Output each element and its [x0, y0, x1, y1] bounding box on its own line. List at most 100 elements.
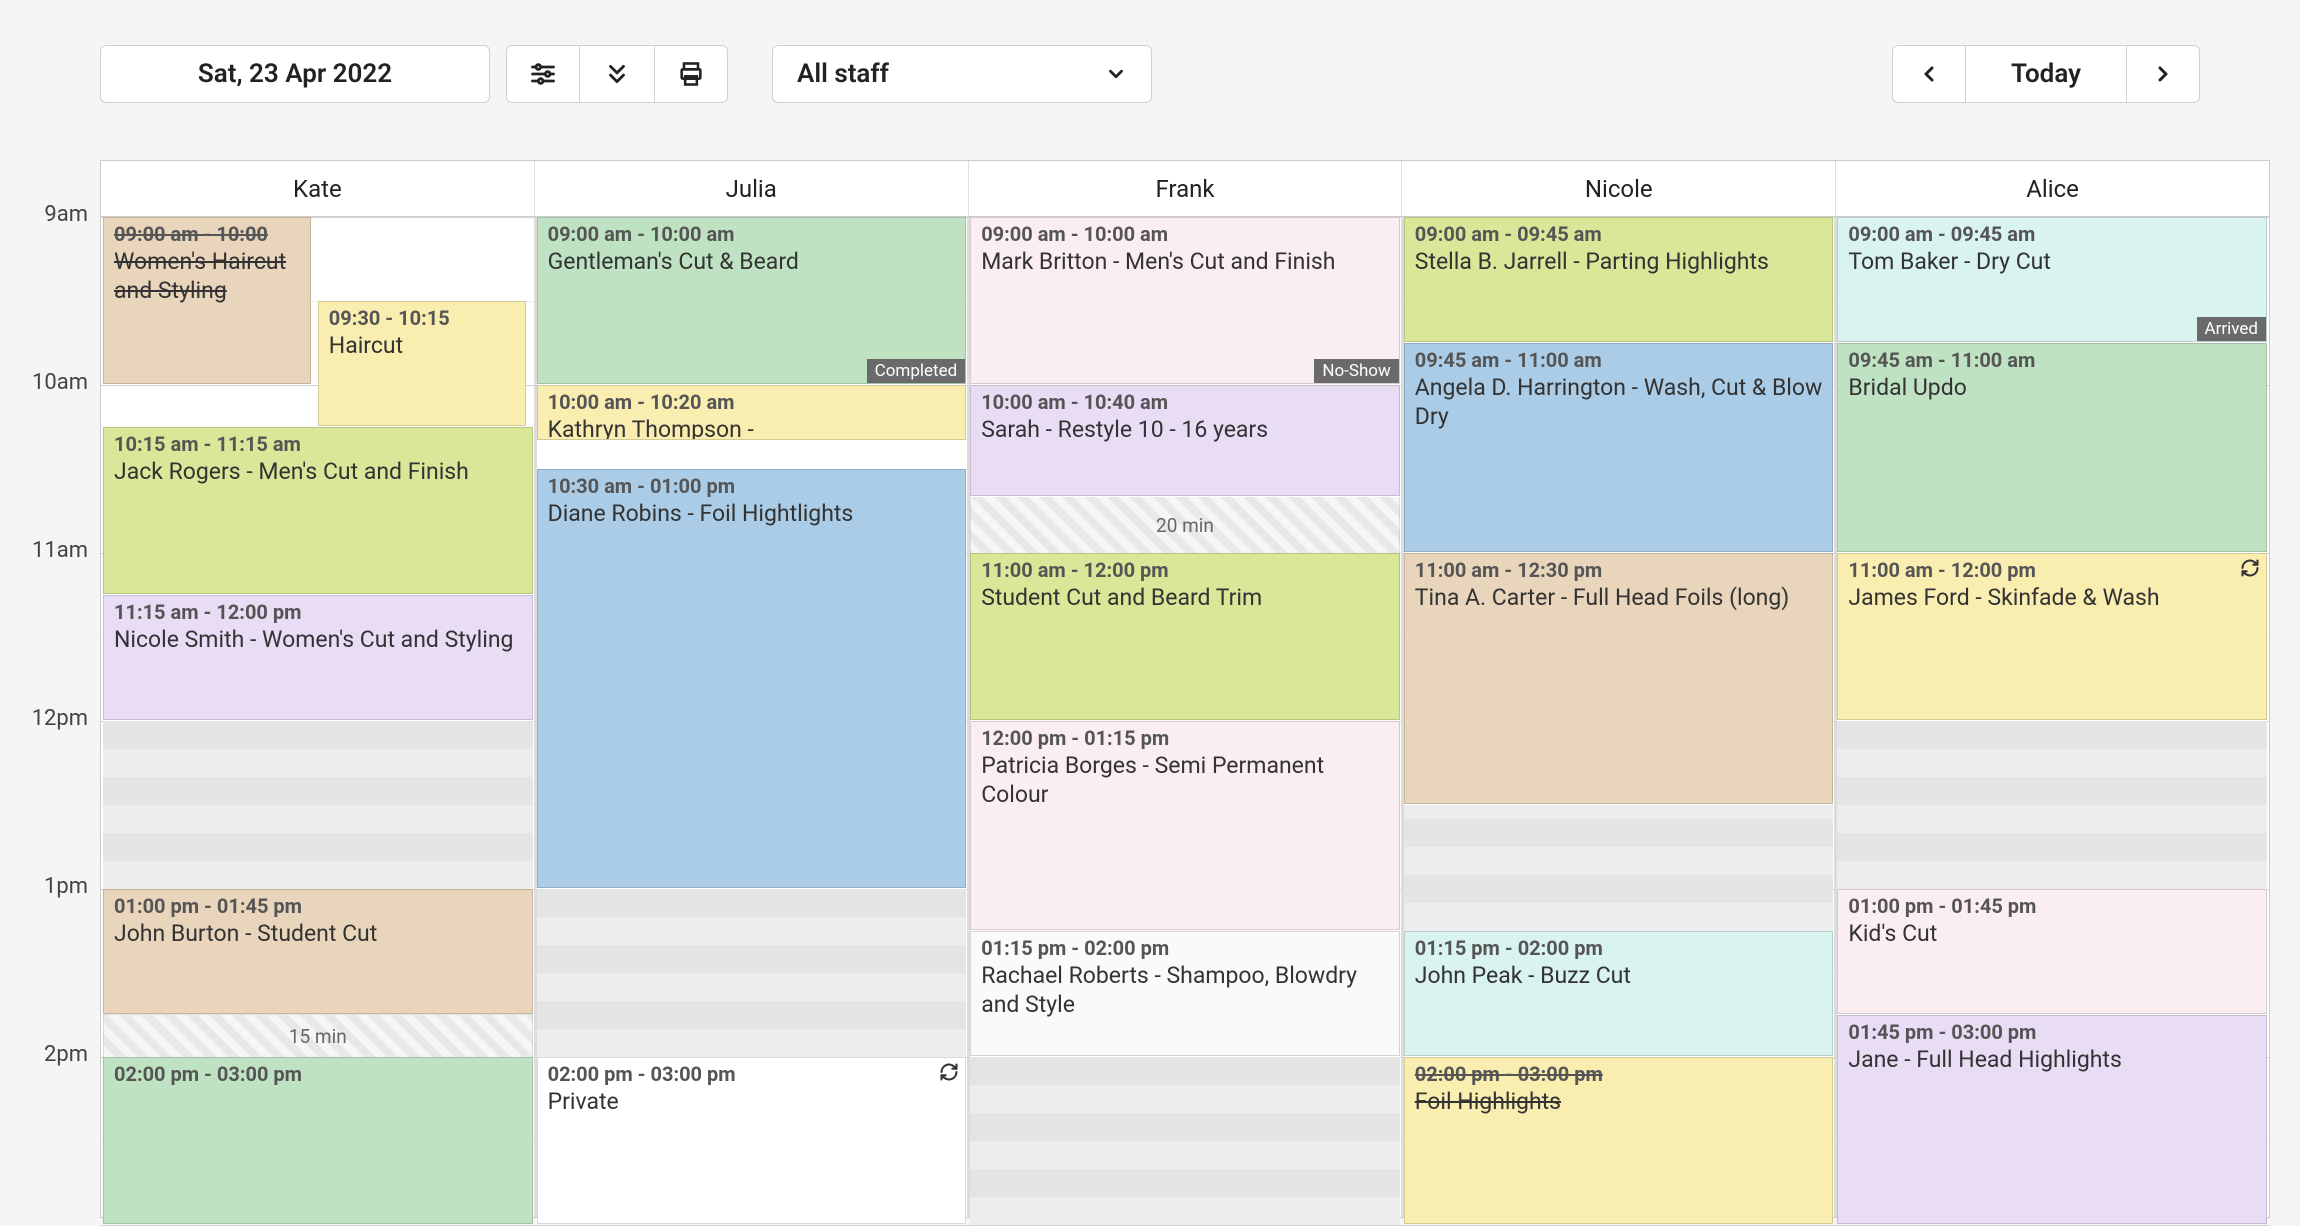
appointment-desc: Bridal Updo [1848, 374, 2256, 403]
appointment-desc: Gentleman's Cut & Beard [548, 248, 956, 277]
appointment[interactable]: 09:45 am - 11:00 amBridal Updo [1837, 343, 2267, 552]
appointment-time: 10:30 am - 01:00 pm [548, 474, 956, 498]
appointment[interactable]: 09:00 am - 10:00Women's Haircut and Styl… [103, 217, 311, 384]
appointment[interactable]: 11:00 am - 12:00 pmJames Ford - Skinfade… [1837, 553, 2267, 720]
staff-header-cell[interactable]: Alice [1836, 161, 2269, 216]
chevron-left-icon [1917, 62, 1941, 86]
staff-header-row: KateJuliaFrankNicoleAlice [101, 161, 2269, 217]
appointment-desc: Nicole Smith - Women's Cut and Styling [114, 626, 522, 655]
appointment-time: 11:00 am - 12:00 pm [1848, 558, 2256, 582]
appointment-desc: Patricia Borges - Semi Permanent Colour [981, 752, 1389, 810]
recurring-icon [2240, 558, 2260, 578]
staff-header-cell[interactable]: Frank [969, 161, 1403, 216]
appointment[interactable]: 10:00 am - 10:40 amSarah - Restyle 10 - … [970, 385, 1400, 496]
staff-filter-select[interactable]: All staff [772, 45, 1152, 103]
appointment-time: 01:15 pm - 02:00 pm [981, 936, 1389, 960]
appointment-desc: Private [548, 1088, 956, 1117]
appointment[interactable]: 01:00 pm - 01:45 pmKid's Cut [1837, 889, 2267, 1014]
appointment-desc: Foil Highlights [1415, 1088, 1823, 1117]
appointment[interactable]: 02:00 pm - 03:00 pmFoil Highlights [1404, 1057, 1834, 1224]
appointment-desc: Diane Robins - Foil Hightlights [548, 500, 956, 529]
appointment[interactable]: 09:30 - 10:15Haircut [318, 301, 526, 426]
date-picker-button[interactable]: Sat, 23 Apr 2022 [100, 45, 490, 103]
appointment[interactable]: 01:15 pm - 02:00 pmJohn Peak - Buzz Cut [1404, 931, 1834, 1056]
recurring-icon [939, 1062, 959, 1082]
appointment[interactable]: 12:00 pm - 01:15 pmPatricia Borges - Sem… [970, 721, 1400, 930]
appointment-time: 09:00 am - 09:45 am [1848, 222, 2256, 246]
today-button[interactable]: Today [1966, 45, 2126, 103]
gap-indicator: 20 min [970, 497, 1400, 553]
time-label: 12pm [32, 706, 88, 731]
gap-indicator: 15 min [103, 1015, 533, 1057]
appointment-desc: James Ford - Skinfade & Wash [1848, 584, 2256, 613]
time-label: 11am [32, 538, 88, 563]
calendar-body[interactable]: 15 min 09:00 am - 10:00Women's Haircut an… [101, 217, 2269, 1217]
appointment-desc: John Peak - Buzz Cut [1415, 962, 1823, 991]
appointment-time: 09:00 am - 10:00 am [981, 222, 1389, 246]
appointment[interactable]: 01:00 pm - 01:45 pmJohn Burton - Student… [103, 889, 533, 1014]
appointment-time: 01:45 pm - 03:00 pm [1848, 1020, 2256, 1044]
appointment[interactable]: 11:00 am - 12:00 pmStudent Cut and Beard… [970, 553, 1400, 720]
appointment-time: 01:00 pm - 01:45 pm [114, 894, 522, 918]
chevron-down-icon [1105, 63, 1127, 85]
staff-header-cell[interactable]: Kate [101, 161, 535, 216]
time-gutter: 9am10am11am12pm1pm2pm [0, 160, 100, 1218]
appointment-desc: Tom Baker - Dry Cut [1848, 248, 2256, 277]
appointment-desc: Haircut [329, 332, 515, 361]
appointment-time: 09:00 am - 10:00 am [548, 222, 956, 246]
appointment-time: 02:00 pm - 03:00 pm [1415, 1062, 1823, 1086]
appointment[interactable]: 11:00 am - 12:30 pmTina A. Carter - Full… [1404, 553, 1834, 804]
appointment-time: 01:15 pm - 02:00 pm [1415, 936, 1823, 960]
sliders-icon [529, 60, 557, 88]
staff-filter-label: All staff [797, 59, 889, 89]
chevron-right-icon [2151, 62, 2175, 86]
appointment-time: 02:00 pm - 03:00 pm [114, 1062, 522, 1086]
appointment[interactable]: 01:45 pm - 03:00 pmJane - Full Head High… [1837, 1015, 2267, 1224]
expand-button[interactable] [580, 45, 654, 103]
staff-header-cell[interactable]: Julia [535, 161, 969, 216]
appointment-time: 11:15 am - 12:00 pm [114, 600, 522, 624]
appointment[interactable]: 10:15 am - 11:15 amJack Rogers - Men's C… [103, 427, 533, 594]
appointment-desc: Jane - Full Head Highlights [1848, 1046, 2256, 1075]
appointment-time: 11:00 am - 12:30 pm [1415, 558, 1823, 582]
toolbar-icon-group [506, 45, 728, 103]
appointment-time: 09:45 am - 11:00 am [1415, 348, 1823, 372]
appointment[interactable]: 09:00 am - 09:45 amTom Baker - Dry Cut Ar… [1837, 217, 2267, 342]
appointment-time: 10:00 am - 10:40 am [981, 390, 1389, 414]
appointment[interactable]: 09:00 am - 10:00 amGentleman's Cut & Bea… [537, 217, 967, 384]
print-button[interactable] [654, 45, 728, 103]
appointment-time: 09:45 am - 11:00 am [1848, 348, 2256, 372]
staff-header-cell[interactable]: Nicole [1402, 161, 1836, 216]
status-badge: Completed [867, 359, 966, 383]
appointment[interactable]: 01:15 pm - 02:00 pmRachael Roberts - Sha… [970, 931, 1400, 1056]
appointment-desc: Student Cut and Beard Trim [981, 584, 1389, 613]
next-day-button[interactable] [2126, 45, 2200, 103]
appointment-time: 09:30 - 10:15 [329, 306, 515, 330]
appointment-desc: Rachael Roberts - Shampoo, Blowdry and S… [981, 962, 1389, 1020]
appointment-time: 11:00 am - 12:00 pm [981, 558, 1389, 582]
appointment[interactable]: 10:30 am - 01:00 pmDiane Robins - Foil H… [537, 469, 967, 888]
print-icon [677, 60, 705, 88]
appointment-time: 10:15 am - 11:15 am [114, 432, 522, 456]
date-nav-group: Today [1892, 45, 2200, 103]
filter-button[interactable] [506, 45, 580, 103]
appointment-time: 12:00 pm - 01:15 pm [981, 726, 1389, 750]
prev-day-button[interactable] [1892, 45, 1966, 103]
appointment-desc: Kid's Cut [1848, 920, 2256, 949]
time-label: 2pm [44, 1042, 88, 1067]
appointment[interactable]: 02:00 pm - 03:00 pmPrivate [537, 1057, 967, 1224]
appointment-time: 01:00 pm - 01:45 pm [1848, 894, 2256, 918]
appointment-desc: Mark Britton - Men's Cut and Finish [981, 248, 1389, 277]
appointment-time: 09:00 am - 09:45 am [1415, 222, 1823, 246]
appointment[interactable]: 10:00 am - 10:20 amKathryn Thompson - [537, 385, 967, 440]
appointment[interactable]: 09:00 am - 10:00 amMark Britton - Men's … [970, 217, 1400, 384]
appointment[interactable]: 02:00 pm - 03:00 pm [103, 1057, 533, 1224]
status-badge: Arrived [2197, 317, 2266, 341]
appointment-desc: Angela D. Harrington - Wash, Cut & Blow … [1415, 374, 1823, 432]
appointment-desc: Sarah - Restyle 10 - 16 years [981, 416, 1389, 445]
appointment[interactable]: 09:45 am - 11:00 amAngela D. Harrington … [1404, 343, 1834, 552]
chevrons-down-icon [604, 61, 630, 87]
appointment[interactable]: 11:15 am - 12:00 pmNicole Smith - Women'… [103, 595, 533, 720]
appointment[interactable]: 09:00 am - 09:45 amStella B. Jarrell - P… [1404, 217, 1834, 342]
time-label: 1pm [44, 874, 88, 899]
